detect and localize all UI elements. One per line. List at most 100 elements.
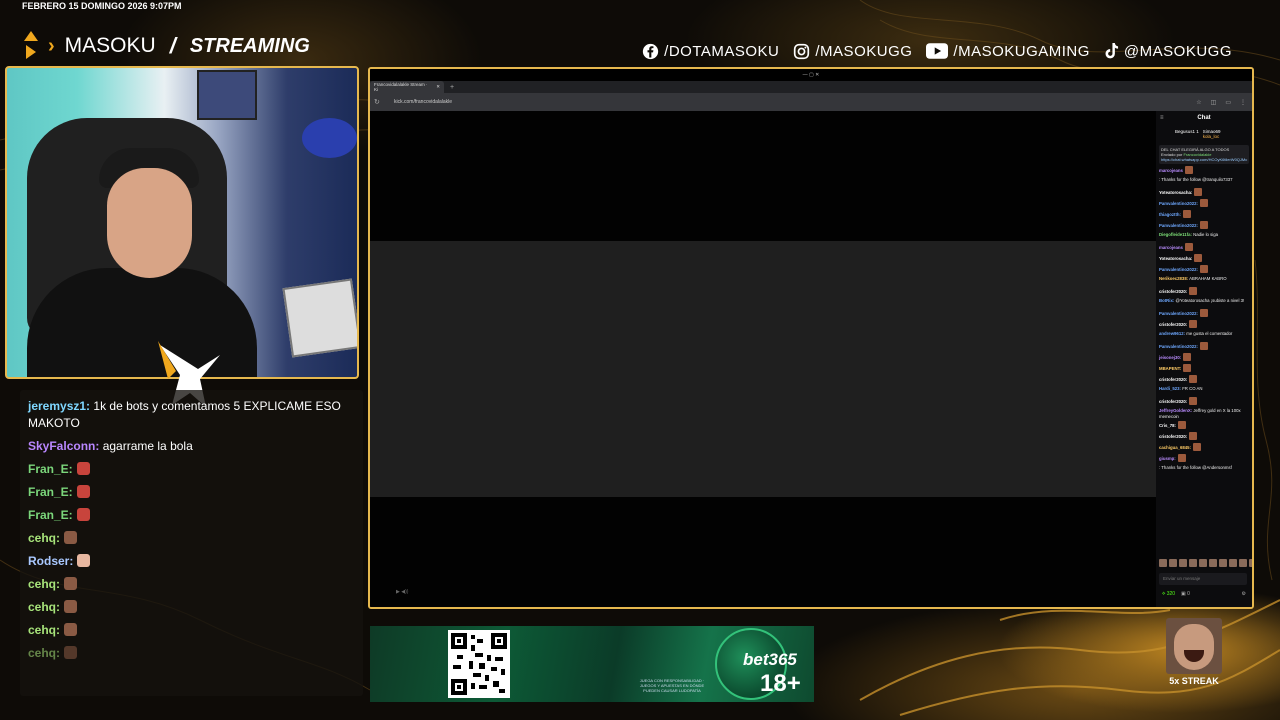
kick-emote-icon bbox=[1199, 342, 1208, 350]
extensions-icon[interactable]: ◫ bbox=[1211, 99, 1217, 106]
kick-chat-messages: marcojeans : Thanks for the follow @tran… bbox=[1159, 166, 1249, 474]
browser-tab[interactable]: Francovidalalakle Stream · Ki ✕ bbox=[370, 81, 444, 93]
emote-button[interactable] bbox=[1219, 559, 1227, 567]
kick-chat-username[interactable]: marcojeans bbox=[1159, 245, 1183, 250]
channel-points[interactable]: ⟡ 320 bbox=[1162, 591, 1175, 597]
kick-chat-username[interactable]: Pamvalentino2022: bbox=[1159, 201, 1198, 206]
kick-chat-message: marcojeans bbox=[1159, 243, 1249, 252]
chat-username[interactable]: cehq: bbox=[28, 623, 60, 637]
emote-button[interactable] bbox=[1169, 559, 1177, 567]
kick-chat-message: Pamvalentino2022: bbox=[1159, 342, 1249, 351]
emote-button[interactable] bbox=[1249, 559, 1252, 567]
kick-chat-username[interactable]: Yoteatorosacha: bbox=[1159, 256, 1192, 261]
wall-poster bbox=[197, 70, 257, 120]
menu-icon[interactable]: ⋮ bbox=[1240, 99, 1246, 106]
chat-message: Fran_E: bbox=[28, 484, 355, 501]
streak-avatar bbox=[1166, 618, 1222, 674]
kick-chat-username[interactable]: Nerikoec2838: bbox=[1159, 276, 1188, 281]
chat-username[interactable]: cehq: bbox=[28, 646, 60, 660]
emote-button[interactable] bbox=[1209, 559, 1217, 567]
social-facebook-label: /DOTAMASOKU bbox=[664, 42, 780, 60]
gear-icon[interactable]: ⚙ bbox=[1242, 591, 1246, 597]
kick-chat-username[interactable]: BotRix: bbox=[1159, 298, 1174, 303]
chat-emote-icon bbox=[76, 485, 90, 498]
kick-chat-username[interactable]: Yoteatorosacha: bbox=[1159, 190, 1192, 195]
chat-username[interactable]: Rodser: bbox=[28, 554, 73, 568]
chat-message: jeremysz1: 1k de bots y comentamos 5 EXP… bbox=[28, 398, 355, 432]
kick-emote-icon bbox=[1189, 397, 1198, 405]
kick-chat-username[interactable]: cristofer2020: bbox=[1159, 399, 1187, 404]
kick-chat-username[interactable]: Pamvalentino2022: bbox=[1159, 223, 1198, 228]
player-controls[interactable]: ▶ ◀)) bbox=[396, 589, 408, 595]
sidebar-icon[interactable]: ▭ bbox=[1225, 99, 1231, 106]
kick-emote-icon bbox=[1189, 287, 1198, 295]
chat-username[interactable]: cehq: bbox=[28, 600, 60, 614]
chat-message: SkyFalconn: agarrame la bola bbox=[28, 438, 355, 455]
pinned-link[interactable]: https://chat.whatsapp.com/HCOyK6tllerW0Q… bbox=[1161, 157, 1247, 162]
kick-chat-username[interactable]: JeffreyGoldenX: bbox=[1159, 408, 1192, 413]
pinned-message[interactable]: DEL CHAT ELEGIRÁ ALGO A TODOS Enviado po… bbox=[1159, 145, 1249, 164]
kick-chat-username[interactable]: Diegofleide11fa: bbox=[1159, 232, 1192, 237]
chat-username[interactable]: Fran_E: bbox=[28, 508, 73, 522]
kick-chat-title: Chat bbox=[1197, 115, 1211, 121]
kick-chat-username[interactable]: giusmp: bbox=[1159, 456, 1176, 461]
kick-chat-message: cristofer2020: bbox=[1159, 432, 1249, 441]
url-field[interactable]: kick.com/francovidalalakle bbox=[394, 99, 452, 105]
chat-emote-icon bbox=[64, 623, 78, 636]
emote-button[interactable] bbox=[1239, 559, 1247, 567]
chat-message: Rodser: bbox=[28, 553, 355, 570]
brand-streaming: STREAMING bbox=[189, 34, 310, 57]
collapse-chat-icon[interactable]: ≡ bbox=[1160, 111, 1164, 125]
kick-chat-username[interactable]: cachigua_6845: bbox=[1159, 445, 1191, 450]
kick-chat-username[interactable]: cristofer2020: bbox=[1159, 434, 1187, 439]
kick-chat-username[interactable]: Pamvalentino2022: bbox=[1159, 344, 1198, 349]
stream-video-player[interactable]: ▶ ◀)) bbox=[370, 111, 1156, 607]
kick-chat-message: BotRix: @Yoteatorosacha ¡subiste a nivel… bbox=[1159, 298, 1249, 307]
window-titlebar: — ▢ ✕ bbox=[370, 69, 1252, 81]
kick-chat-username[interactable]: andrew9612: bbox=[1159, 331, 1185, 336]
kick-chat-message: Hardi_523: FR CO AN bbox=[1159, 386, 1249, 395]
chat-message-input[interactable]: Enviar un mensaje bbox=[1159, 573, 1247, 585]
kick-emote-icon bbox=[1193, 443, 1202, 452]
kick-chat-username[interactable]: Cris_78: bbox=[1159, 423, 1176, 428]
gifts-counter[interactable]: ▣ 0 bbox=[1181, 591, 1190, 597]
bookmark-star-icon[interactable]: ☆ bbox=[1196, 99, 1201, 106]
kick-chat-username[interactable]: cristofer2020: bbox=[1159, 377, 1187, 382]
kick-chat-panel: ≡ Chat Begusus1 1 Simao69 kola_loc DEL CH… bbox=[1156, 111, 1252, 607]
emote-button[interactable] bbox=[1179, 559, 1187, 567]
kick-chat-message: Nerikoec2838: ABRAHAM KABRO bbox=[1159, 276, 1249, 285]
chat-username[interactable]: jeremysz1: bbox=[28, 399, 90, 413]
emote-button[interactable] bbox=[1159, 559, 1167, 567]
kick-chat-message: cristofer2020: bbox=[1159, 287, 1249, 296]
new-tab-button[interactable]: + bbox=[450, 84, 454, 91]
kick-chat-message: Yoteatorosacha: bbox=[1159, 188, 1249, 197]
chat-username[interactable]: cehq: bbox=[28, 577, 60, 591]
social-facebook: /DOTAMASOKU bbox=[642, 43, 779, 60]
kick-emote-icon bbox=[1183, 364, 1192, 372]
social-youtube-label: /MASOKUGAMING bbox=[953, 42, 1090, 60]
chat-username[interactable]: SkyFalconn: bbox=[28, 439, 99, 453]
kick-chat-username[interactable]: marcojeans bbox=[1159, 168, 1183, 173]
kick-chat-username[interactable]: Hardi_523: bbox=[1159, 386, 1181, 391]
kick-chat-username[interactable]: Pamvalentino2022: bbox=[1159, 267, 1198, 272]
emote-button[interactable] bbox=[1189, 559, 1197, 567]
kick-chat-username[interactable]: jeisonej30: bbox=[1159, 355, 1181, 360]
kick-chat-username[interactable]: thiagoztth: bbox=[1159, 212, 1181, 217]
chat-username[interactable]: Fran_E: bbox=[28, 485, 73, 499]
chat-message: cehq: bbox=[28, 530, 355, 547]
kick-emote-icon bbox=[1177, 421, 1186, 430]
kick-chat-username[interactable]: Pamvalentino2022: bbox=[1159, 311, 1198, 316]
close-tab-icon[interactable]: ✕ bbox=[436, 84, 440, 90]
chevron-right-icon: › bbox=[48, 34, 55, 57]
emote-button[interactable] bbox=[1199, 559, 1207, 567]
brand-name: MASOKU bbox=[64, 34, 156, 57]
chat-text: agarrame la bola bbox=[102, 439, 193, 453]
emote-button[interactable] bbox=[1229, 559, 1237, 567]
reload-icon[interactable]: ↻ bbox=[374, 98, 386, 106]
kick-chat-username[interactable]: MBAPENT: bbox=[1159, 366, 1181, 371]
kick-chat-username[interactable]: cristofer2020: bbox=[1159, 322, 1187, 327]
social-youtube: /MASOKUGAMING bbox=[926, 43, 1090, 60]
kick-chat-username[interactable]: cristofer2020: bbox=[1159, 289, 1187, 294]
chat-username[interactable]: cehq: bbox=[28, 531, 60, 545]
chat-username[interactable]: Fran_E: bbox=[28, 462, 73, 476]
